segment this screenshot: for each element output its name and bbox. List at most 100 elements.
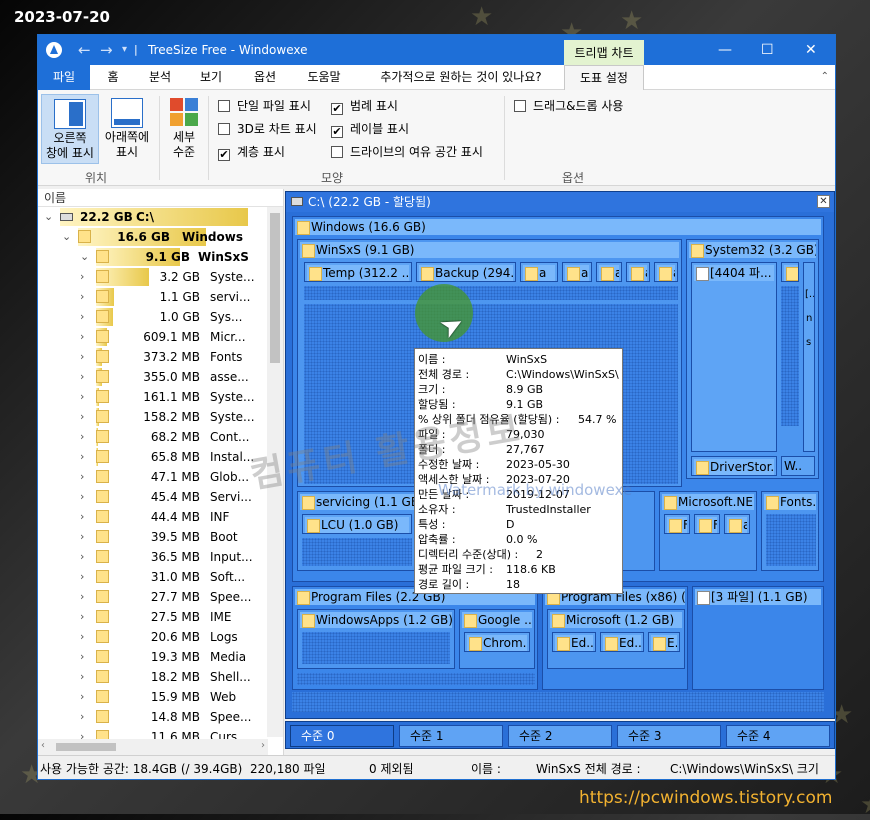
- chevron-right-icon[interactable]: ›: [80, 330, 84, 343]
- tab-search-hint[interactable]: 추가적으로 원하는 것이 있나요?: [368, 65, 554, 90]
- chevron-right-icon[interactable]: ›: [80, 430, 84, 443]
- chevron-right-icon[interactable]: ›: [80, 310, 84, 323]
- tm-block-e[interactable]: E...: [648, 632, 680, 652]
- scroll-left-icon[interactable]: ‹: [41, 740, 45, 751]
- tm-block-a[interactable]: a: [596, 262, 622, 282]
- hierarchy-checkbox[interactable]: ✔ 계층 표시: [218, 143, 285, 161]
- tree-row[interactable]: › 27.5 MB IME: [38, 607, 283, 627]
- tm-block-a[interactable]: a: [520, 262, 558, 282]
- back-arrow-icon[interactable]: ←: [78, 41, 91, 59]
- tree-row[interactable]: › 15.9 MB Web: [38, 687, 283, 707]
- level-0-button[interactable]: 수준 0: [290, 725, 394, 747]
- detail-level-button[interactable]: 세부 수준: [164, 94, 204, 164]
- tm-block-root-files[interactable]: [3 파일] (1.1 GB): [692, 586, 824, 690]
- tree-row[interactable]: › 47.1 MB Glob...: [38, 467, 283, 487]
- maximize-icon[interactable]: ☐: [761, 42, 774, 58]
- tree-row[interactable]: › 19.3 MB Media: [38, 647, 283, 667]
- context-tab-treemap[interactable]: 트리맵 차트: [564, 40, 644, 67]
- tree-row[interactable]: › 161.1 MB Syste...: [38, 387, 283, 407]
- show-bottom-pane-button[interactable]: 아래쪽에 표시: [100, 94, 154, 164]
- tm-block-windowsapps[interactable]: WindowsApps (1.2 GB): [297, 609, 455, 669]
- tree-row[interactable]: › 36.5 MB Input...: [38, 547, 283, 567]
- tree-row[interactable]: › 373.2 MB Fonts: [38, 347, 283, 367]
- tree-row[interactable]: › 1.1 GB servi...: [38, 287, 283, 307]
- level-3-button[interactable]: 수준 3: [617, 725, 721, 747]
- drag-drop-checkbox[interactable]: 드래그&드롭 사용: [514, 97, 623, 114]
- tm-block-edge[interactable]: Ed...: [600, 632, 644, 652]
- tree-row[interactable]: › 14.8 MB Spee...: [38, 707, 283, 727]
- treemap-close-icon[interactable]: ✕: [817, 195, 830, 208]
- tm-block-fonts[interactable]: Fonts...: [761, 491, 819, 571]
- chevron-right-icon[interactable]: ›: [80, 630, 84, 643]
- tab-file[interactable]: 파일: [38, 65, 90, 90]
- chevron-down-icon[interactable]: ⌄: [80, 250, 89, 263]
- tm-block-f[interactable]: F..: [664, 514, 690, 534]
- tree-row[interactable]: ⌄ 22.2 GB C:\: [38, 207, 283, 227]
- tree-row[interactable]: › 1.0 GB Sys...: [38, 307, 283, 327]
- chevron-right-icon[interactable]: ›: [80, 410, 84, 423]
- tree-row[interactable]: › 355.0 MB asse...: [38, 367, 283, 387]
- scroll-thumb[interactable]: [56, 743, 116, 751]
- forward-arrow-icon[interactable]: →: [100, 41, 113, 59]
- tm-block-a[interactable]: a: [654, 262, 678, 282]
- chevron-right-icon[interactable]: ›: [80, 650, 84, 663]
- level-1-button[interactable]: 수준 1: [399, 725, 503, 747]
- tm-block-program-files-x86[interactable]: Program Files (x86) (1.... Microsoft (1.…: [542, 586, 688, 690]
- chevron-right-icon[interactable]: ›: [80, 470, 84, 483]
- tab-chart-settings[interactable]: 도표 설정: [564, 65, 644, 91]
- tm-block-lcu[interactable]: LCU (1.0 GB): [302, 514, 412, 534]
- single-file-checkbox[interactable]: 단일 파일 표시: [218, 97, 311, 114]
- tree-row[interactable]: › 44.4 MB INF: [38, 507, 283, 527]
- labels-checkbox[interactable]: ✔ 레이블 표시: [331, 120, 409, 138]
- scroll-thumb[interactable]: [270, 213, 280, 363]
- tm-block-misc[interactable]: [.. n s: [803, 262, 815, 452]
- chevron-right-icon[interactable]: ›: [80, 670, 84, 683]
- ribbon-collapse-icon[interactable]: ⌃: [821, 71, 829, 82]
- scroll-right-icon[interactable]: ›: [261, 740, 265, 751]
- tm-block-temp[interactable]: Temp (312.2 ...: [304, 262, 412, 282]
- tree-row[interactable]: › 609.1 MB Micr...: [38, 327, 283, 347]
- chevron-down-icon[interactable]: ⌄: [62, 230, 71, 243]
- tree-row[interactable]: › 68.2 MB Cont...: [38, 427, 283, 447]
- chevron-right-icon[interactable]: ›: [80, 390, 84, 403]
- chevron-right-icon[interactable]: ›: [80, 490, 84, 503]
- tab-analyze[interactable]: 분석: [142, 65, 178, 90]
- tree-row[interactable]: › 31.0 MB Soft...: [38, 567, 283, 587]
- tree-row[interactable]: › 3.2 GB Syste...: [38, 267, 283, 287]
- chart-3d-checkbox[interactable]: 3D로 차트 표시: [218, 120, 317, 137]
- tm-block-system32[interactable]: System32 (3.2 GB) [4404 파... [.. n s Dri…: [686, 239, 819, 479]
- chevron-right-icon[interactable]: ›: [80, 530, 84, 543]
- tm-block-google[interactable]: Google ... Chrom...: [459, 609, 535, 669]
- tm-block-driverstore[interactable]: DriverStor...: [691, 456, 777, 476]
- tm-block-servicing[interactable]: servicing (1.1 GB) LCU (1.0 GB): [297, 491, 417, 571]
- free-space-checkbox[interactable]: 드라이브의 여유 공간 표시: [331, 143, 483, 160]
- close-icon[interactable]: ✕: [805, 42, 817, 58]
- tm-block-a[interactable]: a: [626, 262, 650, 282]
- chevron-right-icon[interactable]: ›: [80, 570, 84, 583]
- chevron-down-icon[interactable]: ⌄: [44, 210, 53, 223]
- tab-home[interactable]: 홈: [98, 65, 128, 90]
- quick-access-dropdown-icon[interactable]: ▾: [122, 44, 127, 55]
- chevron-right-icon[interactable]: ›: [80, 450, 84, 463]
- tm-block-chrome[interactable]: Chrom...: [464, 632, 530, 652]
- minimize-icon[interactable]: —: [718, 42, 732, 58]
- tm-block-backup[interactable]: Backup (294....: [416, 262, 516, 282]
- tm-block-system32-files[interactable]: [4404 파...: [691, 262, 777, 452]
- tree-row[interactable]: ⌄ 9.1 GB WinSxS: [38, 247, 283, 267]
- tm-block-microsoft-net[interactable]: Microsoft.NE... F.. F.. a: [659, 491, 757, 571]
- tm-block-a[interactable]: a: [724, 514, 750, 534]
- tm-block-microsoft[interactable]: Microsoft (1.2 GB) Ed... Ed... E...: [547, 609, 685, 669]
- chevron-right-icon[interactable]: ›: [80, 710, 84, 723]
- chevron-right-icon[interactable]: ›: [80, 690, 84, 703]
- chevron-right-icon[interactable]: ›: [80, 550, 84, 563]
- tree-row[interactable]: › 158.2 MB Syste...: [38, 407, 283, 427]
- chevron-right-icon[interactable]: ›: [80, 270, 84, 283]
- tree-row[interactable]: › 39.5 MB Boot: [38, 527, 283, 547]
- tree-row[interactable]: › 18.2 MB Shell...: [38, 667, 283, 687]
- tm-block-edge[interactable]: Ed...: [552, 632, 596, 652]
- tree-row[interactable]: › 27.7 MB Spee...: [38, 587, 283, 607]
- tree-row[interactable]: ⌄ 16.6 GB Windows: [38, 227, 283, 247]
- chevron-right-icon[interactable]: ›: [80, 590, 84, 603]
- horizontal-scrollbar[interactable]: ‹ ›: [38, 739, 268, 755]
- show-right-pane-button[interactable]: 오른쪽 창에 표시: [41, 94, 99, 164]
